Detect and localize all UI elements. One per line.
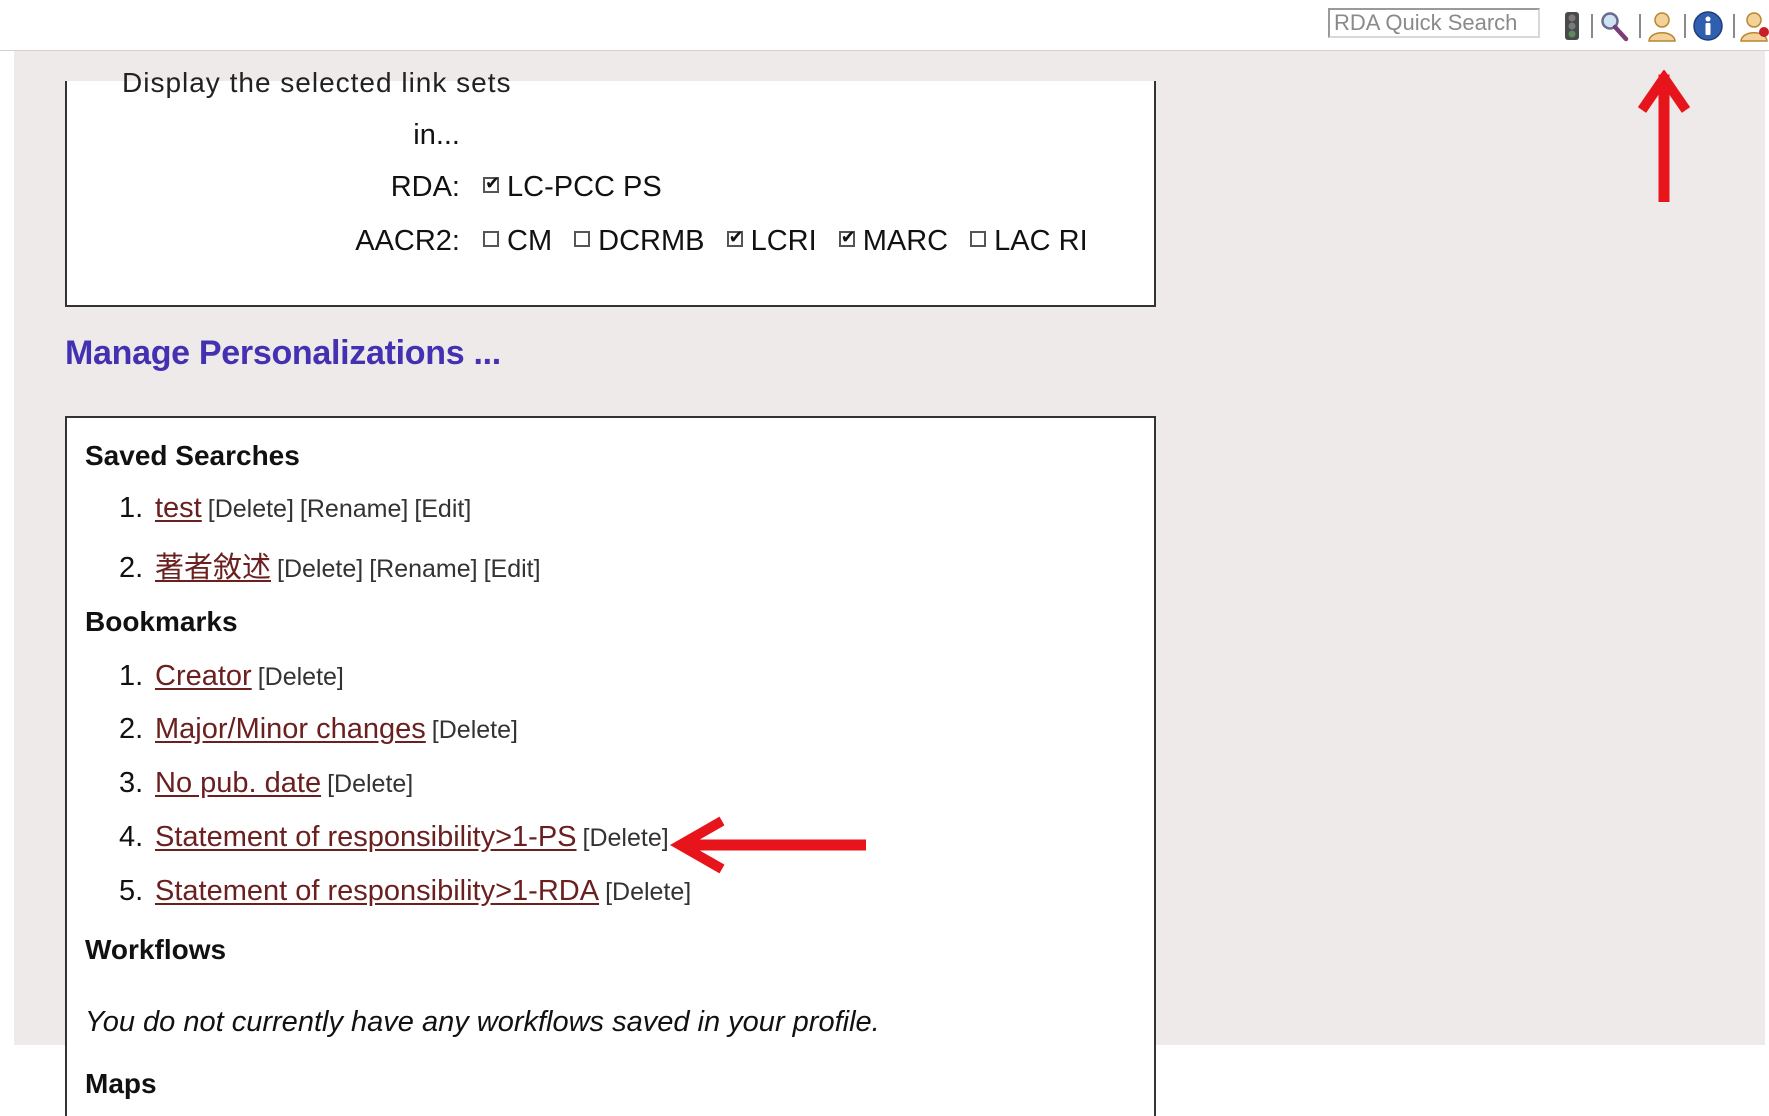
checkbox[interactable] [970,231,987,247]
user-profile-icon[interactable] [1646,10,1678,42]
bookmark-link[interactable]: Statement of responsibility>1-RDA [155,875,599,907]
saved-search-item: 1. test [Delete] [Rename] [Edit] [119,492,472,524]
bookmarks-heading: Bookmarks [85,606,238,637]
bookmark-item: 4. Statement of responsibility>1-PS [Delet… [119,821,669,853]
bookmark-link[interactable]: Creator [155,660,252,692]
display-link-sets-text: Display the selected link sets [122,67,512,98]
personalizations-panel: Saved Searches 1. test [Delete] [Rename] [Ed… [65,416,1156,1116]
checkbox[interactable] [483,173,500,194]
magnifier-icon[interactable] [1598,10,1630,42]
toolbar-separator [1639,14,1641,38]
delete-link[interactable]: [Delete] [277,555,363,583]
bookmark-item: 1. Creator [Delete] [119,660,344,692]
checkbox[interactable] [838,227,856,248]
maps-heading: Maps [85,1068,157,1099]
display-options-panel: Display the selected link sets in... RDA… [65,67,1156,307]
annotation-arrow-left-icon [670,816,866,874]
delete-link[interactable]: [Delete] [432,716,518,744]
bookmark-item: 3. No pub. date [Delete] [119,767,414,799]
delete-link[interactable]: [Delete] [327,770,413,798]
rda-options: LC-PCC PS [483,171,676,204]
saved-search-link[interactable]: 著者敘述 [155,552,271,584]
delete-link[interactable]: [Delete] [258,663,344,691]
saved-searches-heading: Saved Searches [85,440,300,471]
aacr2-option-marc[interactable]: MARC [838,225,948,258]
info-icon[interactable] [1692,10,1724,42]
checkbox[interactable] [574,231,591,247]
edit-link[interactable]: [Edit] [414,495,471,523]
in-label: in... [413,119,460,151]
checkbox[interactable] [726,227,744,248]
rename-link[interactable]: [Rename] [300,495,408,523]
bookmark-link[interactable]: No pub. date [155,767,321,799]
delete-link[interactable]: [Delete] [605,878,691,906]
bookmark-item: 2. Major/Minor changes [Delete] [119,713,518,745]
workflows-heading: Workflows [85,934,227,965]
manage-personalizations-heading: Manage Personalizations ... [65,334,501,372]
aacr2-option-lcri[interactable]: LCRI [726,225,817,258]
edit-link[interactable]: [Edit] [484,555,541,583]
aacr2-label: AACR2: [355,225,460,257]
aacr2-option-lacri[interactable]: LAC RI [970,225,1088,258]
top-toolbar [0,0,1769,51]
aacr2-option-cm[interactable]: CM [483,225,552,258]
bookmark-item: 5. Statement of responsibility>1-RDA [Dele… [119,875,692,907]
rda-label: RDA: [390,171,460,203]
aacr2-options: CM DCRMB LCRI MARC LAC RI [483,225,1102,258]
saved-search-item: 2. 著者敘述 [Delete] [Rename] [Edit] [119,552,541,584]
user-bookmark-icon[interactable] [1740,10,1769,42]
checkbox[interactable] [483,231,499,247]
quick-search-input[interactable] [1328,8,1540,38]
aacr2-option-dcrmb[interactable]: DCRMB [574,225,705,258]
toolbar-separator [1733,14,1735,38]
rename-link[interactable]: [Rename] [369,555,477,583]
scrollbar-edge [1765,51,1769,1045]
toolbar-separator [1591,14,1593,38]
bookmark-link[interactable]: Major/Minor changes [155,713,426,745]
rda-option-lcpccps[interactable]: LC-PCC PS [483,171,662,204]
annotation-arrow-up-icon [1637,70,1691,202]
toolbar-separator [1684,14,1686,38]
bookmark-link[interactable]: Statement of responsibility>1-PS [155,821,577,853]
saved-search-link[interactable]: test [155,492,202,524]
page-content: Display the selected link sets in... RDA… [14,51,1769,1116]
no-workflows-message: You do not currently have any workflows … [85,1006,880,1038]
traffic-light-icon[interactable] [1556,10,1588,42]
delete-link[interactable]: [Delete] [208,495,294,523]
delete-link[interactable]: [Delete] [583,824,669,852]
